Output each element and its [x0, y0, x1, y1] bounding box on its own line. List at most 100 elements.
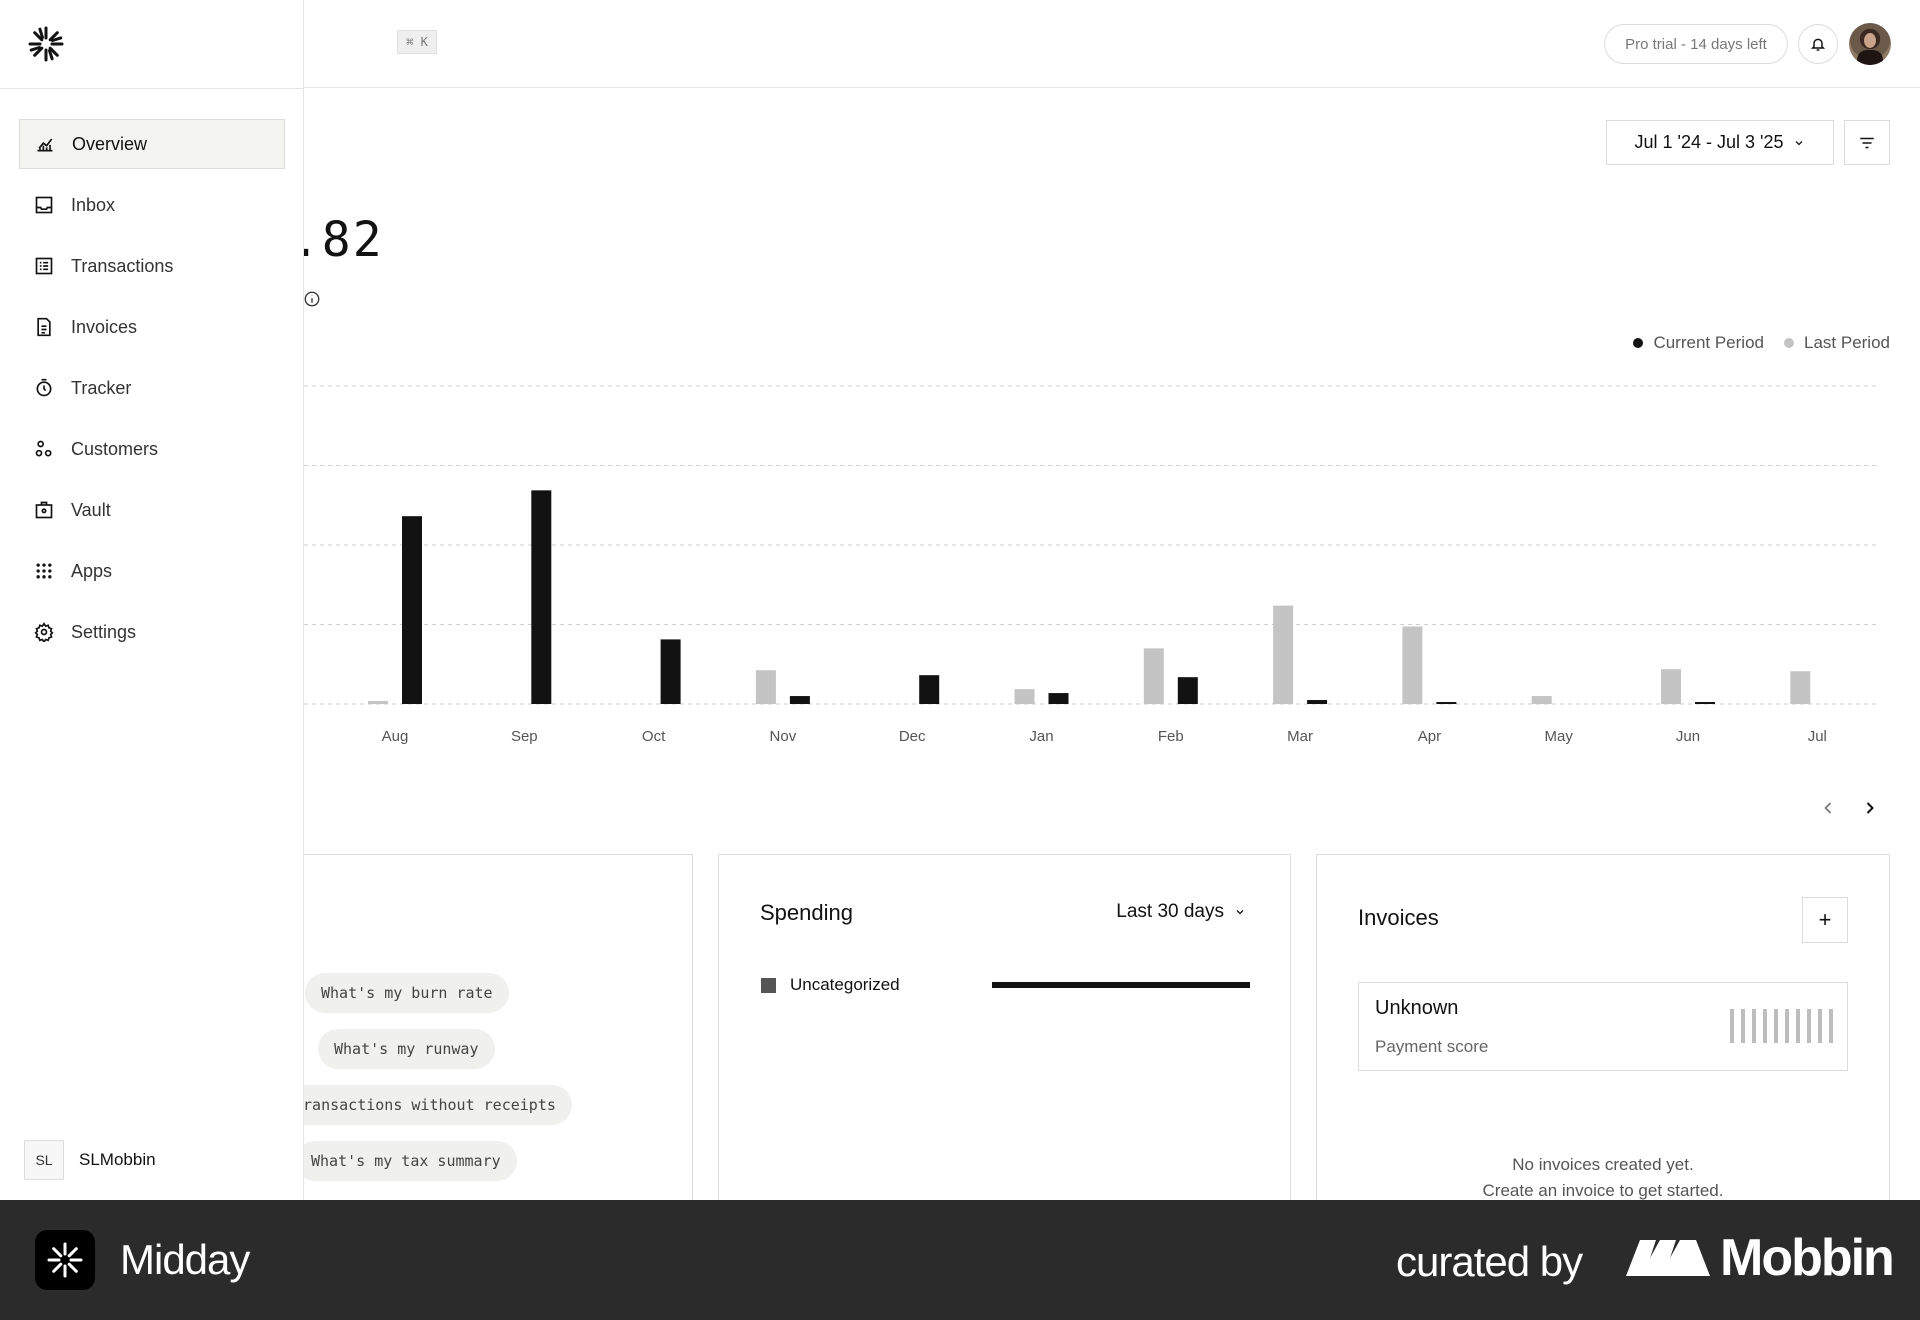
payment-score-bars: [1730, 1009, 1833, 1043]
sidebar-divider: [0, 88, 304, 89]
bar-current-period[interactable]: [531, 490, 552, 704]
legend-current: Current Period: [1633, 333, 1764, 353]
bar-current-period[interactable]: [919, 675, 940, 704]
sidebar-item-customers[interactable]: Customers: [19, 424, 285, 474]
bar-current-period[interactable]: [789, 696, 810, 704]
bar-last-period[interactable]: [1402, 626, 1423, 704]
spending-card: Spending Last 30 days Uncategorized: [718, 854, 1291, 1214]
gear-icon: [34, 622, 54, 642]
sidebar-item-overview[interactable]: Overview: [19, 119, 285, 169]
invoices-card: Invoices + Unknown Payment score No invo…: [1316, 854, 1890, 1214]
bar-current-period[interactable]: [1695, 702, 1715, 704]
sidebar: Overview Inbox Transactions Invoices Tra…: [0, 0, 304, 1200]
x-tick-label: Sep: [511, 728, 538, 745]
x-tick-label: Jan: [1029, 728, 1053, 745]
chart-icon: [37, 138, 53, 152]
sidebar-item-invoices[interactable]: Invoices: [19, 302, 285, 352]
spending-period-select[interactable]: Last 30 days: [1116, 901, 1246, 923]
x-tick-label: Dec: [899, 728, 926, 745]
sidebar-item-apps[interactable]: Apps: [19, 546, 285, 596]
footer-app-name: Midday: [120, 1236, 250, 1283]
suggestion-chip[interactable]: What's my burn rate: [305, 973, 509, 1013]
suggestion-chip[interactable]: Transactions without receipts: [278, 1085, 572, 1125]
x-tick-label: Mar: [1287, 728, 1313, 745]
bar-current-period[interactable]: [1048, 693, 1069, 704]
sidebar-item-transactions[interactable]: Transactions: [19, 241, 285, 291]
document-icon: [37, 317, 51, 337]
filter-button[interactable]: [1844, 120, 1890, 165]
payment-customer: Unknown: [1375, 997, 1459, 1019]
x-tick-label: Nov: [770, 728, 797, 745]
bar-current-period[interactable]: [402, 516, 422, 704]
sidebar-item-label: Overview: [72, 133, 148, 154]
x-tick-label: Jun: [1676, 728, 1700, 745]
legend-last: Last Period: [1784, 333, 1890, 353]
sidebar-item-label: Invoices: [71, 316, 138, 337]
x-tick-label: Apr: [1418, 728, 1441, 745]
workspace-user[interactable]: SL SLMobbin: [24, 1140, 156, 1180]
search-shortcut-hint[interactable]: ⌘ K: [397, 30, 437, 54]
bar-current-period[interactable]: [1307, 700, 1328, 704]
bar-last-period[interactable]: [1790, 671, 1811, 704]
apps-grid-icon: [36, 563, 52, 579]
spending-title: Spending: [760, 900, 853, 925]
sidebar-item-label: Apps: [71, 560, 113, 581]
user-initials-badge: SL: [24, 1140, 64, 1180]
bar-current-period[interactable]: [1436, 702, 1457, 704]
add-invoice-button[interactable]: +: [1802, 897, 1848, 943]
sidebar-item-label: Tracker: [71, 377, 132, 398]
bar-last-period[interactable]: [1661, 669, 1681, 704]
x-tick-label: Feb: [1158, 728, 1184, 745]
sidebar-item-label: Customers: [71, 438, 159, 459]
user-name: SLMobbin: [79, 1150, 156, 1169]
midday-logo-icon: [47, 1242, 83, 1278]
sidebar-item-label: Vault: [71, 499, 111, 520]
sidebar-item-settings[interactable]: Settings: [19, 607, 285, 657]
chevron-left-icon[interactable]: [1818, 798, 1838, 818]
card-pager: [1818, 798, 1880, 818]
invoices-empty-state: No invoices created yet. Create an invoi…: [1482, 1155, 1724, 1200]
category-label: Uncategorized: [790, 975, 900, 994]
x-tick-label: May: [1545, 728, 1574, 745]
bar-last-period[interactable]: [1014, 689, 1035, 704]
midday-logo-icon[interactable]: [26, 24, 66, 64]
date-range-label: Jul 1 '24 - Jul 3 '25: [1634, 132, 1784, 152]
info-icon[interactable]: [303, 290, 321, 308]
trial-badge[interactable]: Pro trial - 14 days left: [1604, 24, 1788, 64]
user-avatar[interactable]: [1849, 23, 1891, 65]
list-icon: [35, 257, 53, 275]
notifications-button[interactable]: [1798, 24, 1838, 64]
bar-last-period[interactable]: [1531, 696, 1552, 704]
inbox-icon: [35, 196, 53, 214]
sidebar-item-inbox[interactable]: Inbox: [19, 180, 285, 230]
suggestion-chip[interactable]: What's my runway: [318, 1029, 495, 1069]
sidebar-item-tracker[interactable]: Tracker: [19, 363, 285, 413]
timer-icon: [36, 378, 52, 397]
bar-current-period[interactable]: [1177, 677, 1198, 704]
footer-banner: Midday curated by Mobbin: [0, 1200, 1920, 1320]
chart-legend: Current Period Last Period: [1633, 333, 1890, 353]
footer-curated-by: curated by: [1396, 1238, 1583, 1285]
bar-last-period[interactable]: [368, 701, 388, 704]
sidebar-item-label: Inbox: [71, 194, 116, 215]
suggestion-chip[interactable]: What's my tax summary: [295, 1141, 517, 1181]
date-range-picker[interactable]: Jul 1 '24 - Jul 3 '25: [1606, 120, 1834, 165]
chevron-down-icon: [1236, 910, 1244, 915]
mobbin-mark-icon: [1626, 1240, 1710, 1276]
mobbin-logo: Mobbin: [1626, 1228, 1895, 1288]
x-tick-label: Jul: [1808, 728, 1827, 745]
bar-last-period[interactable]: [1143, 648, 1164, 704]
customers-icon: [35, 440, 52, 457]
category-progress-bar: [992, 982, 1250, 988]
bar-last-period[interactable]: [1273, 605, 1294, 704]
x-tick-label: Aug: [382, 728, 409, 745]
chevron-right-icon[interactable]: [1860, 798, 1880, 818]
bar-current-period[interactable]: [660, 639, 681, 704]
spending-category[interactable]: Uncategorized: [761, 975, 900, 995]
filter-icon: [1860, 137, 1874, 148]
spending-period-label: Last 30 days: [1116, 901, 1224, 922]
x-tick-label: Oct: [642, 728, 666, 745]
category-swatch: [761, 977, 776, 993]
sidebar-item-vault[interactable]: Vault: [19, 485, 285, 535]
bar-last-period[interactable]: [755, 670, 776, 704]
